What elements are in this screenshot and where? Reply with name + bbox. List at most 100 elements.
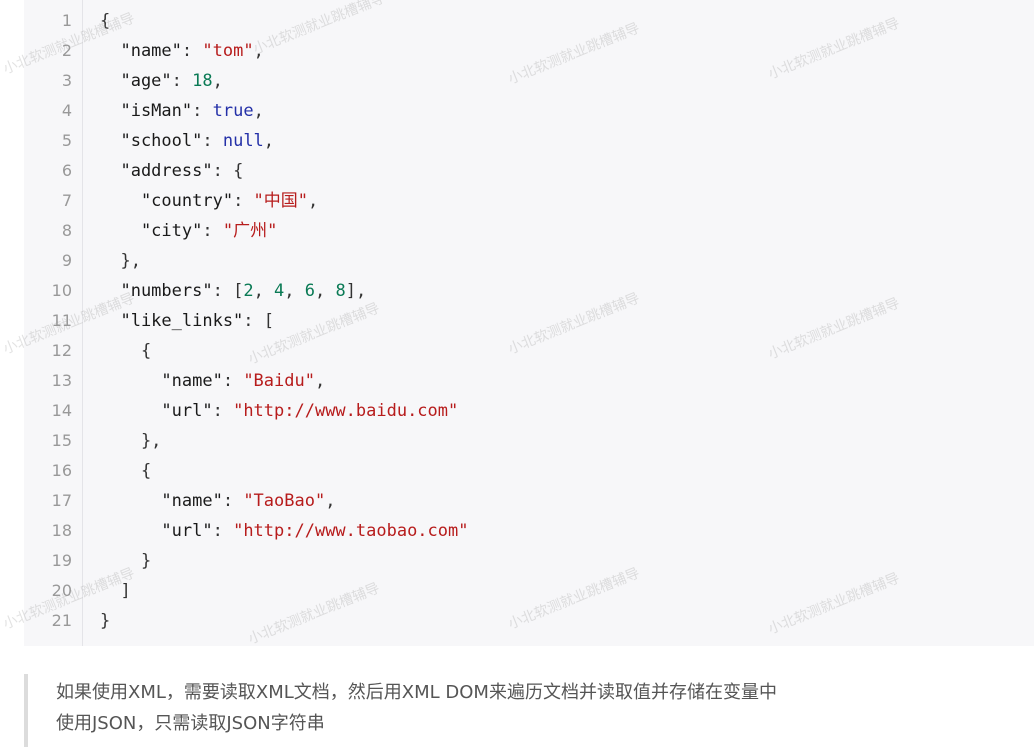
code-token: "url"	[100, 521, 213, 541]
code-token: "name"	[100, 371, 223, 391]
code-token: : [	[212, 281, 244, 301]
code-line: 2 "name": "tom",	[24, 36, 1034, 66]
code-text: },	[100, 246, 141, 276]
code-token: "http://www.baidu.com"	[233, 401, 459, 421]
code-line: 8 "city": "广州"	[24, 216, 1034, 246]
code-token: }	[100, 611, 111, 631]
code-line: 4 "isMan": true,	[24, 96, 1034, 126]
code-token: ,	[253, 41, 264, 61]
line-number: 18	[51, 521, 72, 540]
code-token: "name"	[100, 41, 182, 61]
line-number: 14	[51, 401, 72, 420]
code-text: "url": "http://www.taobao.com"	[100, 516, 468, 546]
code-token: :	[212, 401, 234, 421]
code-line: 17 "name": "TaoBao",	[24, 486, 1034, 516]
code-token: :	[202, 221, 223, 241]
code-token: 6	[304, 281, 316, 301]
code-token: "city"	[100, 221, 203, 241]
code-token: ],	[345, 281, 367, 301]
code-token: ,	[284, 281, 305, 301]
code-token: ]	[100, 581, 131, 601]
code-line: 16 {	[24, 456, 1034, 486]
code-text: {	[100, 6, 110, 36]
code-text: {	[100, 456, 151, 486]
code-token: "numbers"	[100, 281, 213, 301]
code-token: "广州"	[222, 221, 278, 241]
code-token: : {	[212, 161, 244, 181]
line-number: 20	[51, 581, 72, 600]
code-line: 14 "url": "http://www.baidu.com"	[24, 396, 1034, 426]
code-token: :	[233, 191, 254, 211]
code-token: "url"	[100, 401, 213, 421]
code-token: ,	[314, 371, 326, 391]
code-line: 3 "age": 18,	[24, 66, 1034, 96]
code-text: "school": null,	[100, 126, 274, 156]
code-token: :	[212, 521, 234, 541]
code-line: 11 "like_links": [	[24, 306, 1034, 336]
code-text: "url": "http://www.baidu.com"	[100, 396, 458, 426]
code-token: :	[222, 371, 244, 391]
code-token: },	[100, 251, 141, 271]
code-line: 7 "country": "中国",	[24, 186, 1034, 216]
line-number: 2	[61, 41, 72, 60]
line-number: 15	[51, 431, 72, 450]
code-token: "name"	[100, 491, 223, 511]
line-number: 12	[51, 341, 72, 360]
code-token: "isMan"	[100, 101, 193, 121]
code-token: },	[100, 431, 162, 451]
code-token: "中国"	[253, 191, 309, 211]
code-text: "name": "Baidu",	[100, 366, 325, 396]
code-token: 18	[192, 71, 213, 91]
code-token: ,	[315, 281, 336, 301]
code-line: 1{	[24, 6, 1034, 36]
code-token: :	[202, 131, 223, 151]
code-token: {	[100, 341, 152, 361]
line-number: 3	[61, 71, 72, 90]
code-token: ,	[253, 281, 275, 301]
line-number: 6	[61, 161, 72, 180]
code-token: null	[222, 131, 264, 151]
code-line: 15 },	[24, 426, 1034, 456]
code-line: 6 "address": {	[24, 156, 1034, 186]
code-text: }	[100, 606, 110, 636]
quote-line-1: 如果使用XML，需要读取XML文档，然后用XML DOM来遍历文档并读取值并存储…	[56, 682, 777, 703]
blockquote: 如果使用XML，需要读取XML文档，然后用XML DOM来遍历文档并读取值并存储…	[24, 674, 1034, 747]
code-token: ,	[253, 101, 264, 121]
code-token: 4	[274, 281, 285, 301]
code-line: 18 "url": "http://www.taobao.com"	[24, 516, 1034, 546]
code-token: "http://www.taobao.com"	[233, 521, 469, 541]
code-token: :	[222, 491, 244, 511]
code-text: "name": "tom",	[100, 36, 264, 66]
code-line: 21}	[24, 606, 1034, 636]
code-token: {	[100, 461, 152, 481]
line-number: 1	[61, 11, 72, 30]
code-text: ]	[100, 576, 131, 606]
line-number: 16	[51, 461, 72, 480]
line-number: 7	[61, 191, 72, 210]
code-token: true	[212, 101, 254, 121]
code-line: 20 ]	[24, 576, 1034, 606]
code-line: 13 "name": "Baidu",	[24, 366, 1034, 396]
line-number: 11	[51, 311, 72, 330]
code-text: "like_links": [	[100, 306, 274, 336]
code-token: "TaoBao"	[243, 491, 326, 511]
line-number: 19	[51, 551, 72, 570]
code-text: "city": "广州"	[100, 216, 277, 246]
line-number: 13	[51, 371, 72, 390]
code-line: 5 "school": null,	[24, 126, 1034, 156]
code-token: :	[171, 71, 193, 91]
code-line: 10 "numbers": [2, 4, 6, 8],	[24, 276, 1034, 306]
line-number: 21	[51, 611, 72, 630]
code-token: }	[100, 551, 152, 571]
quote-line-2: 使用JSON，只需读取JSON字符串	[56, 713, 325, 734]
line-number: 9	[61, 251, 72, 270]
code-line: 12 {	[24, 336, 1034, 366]
code-token: "school"	[100, 131, 203, 151]
code-token: "Baidu"	[243, 371, 315, 391]
code-token: "country"	[100, 191, 234, 211]
code-text: {	[100, 336, 151, 366]
code-token: "age"	[100, 71, 172, 91]
code-token: "like_links"	[100, 311, 244, 331]
line-number: 4	[61, 101, 72, 120]
code-token: 8	[335, 281, 346, 301]
